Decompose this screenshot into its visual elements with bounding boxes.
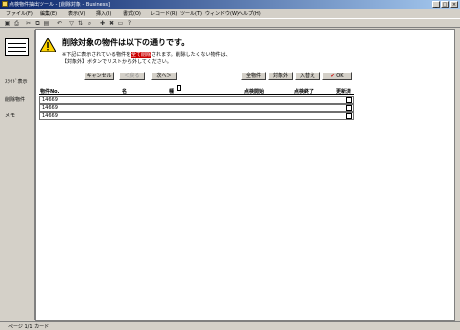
notice-line-1: ※下記に表示されている物件を全て削除されます。削除したくない物件は、 <box>62 52 231 58</box>
find-icon[interactable]: ⌕ <box>86 20 93 27</box>
menu-records[interactable]: レコード(R) <box>150 10 177 17</box>
delete-confirm-panel: 削除対象の物件は以下の通りです。 ※下記に表示されている物件を全て削除されます。… <box>35 29 455 321</box>
sidebar: ｽﾗｲﾄﾞ表示 削除物件 メモ <box>2 30 35 320</box>
menu-edit[interactable]: 編集(E) <box>40 10 57 17</box>
mouse-cursor-icon <box>177 85 181 91</box>
window-icon[interactable]: ▭ <box>117 20 124 27</box>
print-icon[interactable]: ⎙ <box>13 20 20 27</box>
sidebar-item-delete[interactable]: 削除物件 <box>5 96 25 103</box>
sort-icon[interactable]: ⇅ <box>77 20 84 27</box>
header-divider <box>39 94 354 95</box>
menu-help[interactable]: ヘルプ(H) <box>238 10 261 17</box>
help-icon[interactable]: ? <box>126 20 133 27</box>
app-icon <box>2 1 8 7</box>
paste-icon[interactable]: ▤ <box>43 20 50 27</box>
menu-window[interactable]: ウィンドウ(W) <box>205 10 239 17</box>
row-code: 14669 <box>42 105 58 111</box>
toolbar: ▣ ⎙ ✂ ⧉ ▤ ↶ ▽ ⇅ ⌕ ✚ ✖ ▭ ? <box>0 18 460 28</box>
minimize-button[interactable]: _ <box>432 1 440 8</box>
table-row[interactable]: 14669 <box>39 96 354 104</box>
warning-icon <box>40 38 56 52</box>
slide-thumbnail[interactable] <box>5 38 29 56</box>
row-code: 14669 <box>42 113 58 119</box>
title-bar: 点検物件抽出ツール - [削除対象 - Business] _ □ × <box>0 0 460 9</box>
status-bar: ページ 1/1 カード <box>0 321 460 330</box>
back-button[interactable]: ＜戻る <box>119 72 145 80</box>
menu-insert[interactable]: 挿入(I) <box>96 10 111 17</box>
menu-format[interactable]: 書式(O) <box>123 10 141 17</box>
delete-record-icon[interactable]: ✖ <box>108 20 115 27</box>
new-record-icon[interactable]: ✚ <box>99 20 106 27</box>
page-title: 削除対象の物件は以下の通りです。 <box>62 38 190 47</box>
menu-tools[interactable]: ツール(T) <box>180 10 202 17</box>
table-row[interactable]: 14669 <box>39 112 354 120</box>
filter-icon[interactable]: ▽ <box>68 20 75 27</box>
updated-checkbox[interactable] <box>346 113 352 119</box>
sidebar-item-memo[interactable]: メモ <box>5 112 15 119</box>
row-code: 14669 <box>42 97 58 103</box>
table-row[interactable]: 14669 <box>39 104 354 112</box>
window-title: 点検物件抽出ツール - [削除対象 - Business] <box>9 2 110 8</box>
updated-checkbox[interactable] <box>346 105 352 111</box>
menu-bar: ファイル(F) 編集(E) 表示(V) 挿入(I) 書式(O) レコード(R) … <box>0 9 460 17</box>
exclude-button[interactable]: 対象外 <box>268 72 293 80</box>
undo-icon[interactable]: ↶ <box>56 20 63 27</box>
sidebar-item-slide[interactable]: ｽﾗｲﾄﾞ表示 <box>5 78 28 85</box>
check-icon: ✔ <box>330 73 335 79</box>
menu-file[interactable]: ファイル(F) <box>6 10 33 17</box>
next-button[interactable]: 次へ＞ <box>151 72 177 80</box>
swap-button[interactable]: 入替え <box>295 72 320 80</box>
cut-icon[interactable]: ✂ <box>25 20 32 27</box>
execute-button[interactable]: ✔ OK <box>322 72 352 80</box>
cancel-button[interactable]: キャンセル <box>84 72 114 80</box>
notice-line-2: 【対象外】ボタンでリストから外してください。 <box>62 59 172 65</box>
menu-view[interactable]: 表示(V) <box>68 10 85 17</box>
copy-icon[interactable]: ⧉ <box>34 20 41 27</box>
maximize-button[interactable]: □ <box>441 1 449 8</box>
all-items-button[interactable]: 全物件 <box>241 72 266 80</box>
save-icon[interactable]: ▣ <box>4 20 11 27</box>
updated-checkbox[interactable] <box>346 97 352 103</box>
close-button[interactable]: × <box>450 1 458 8</box>
